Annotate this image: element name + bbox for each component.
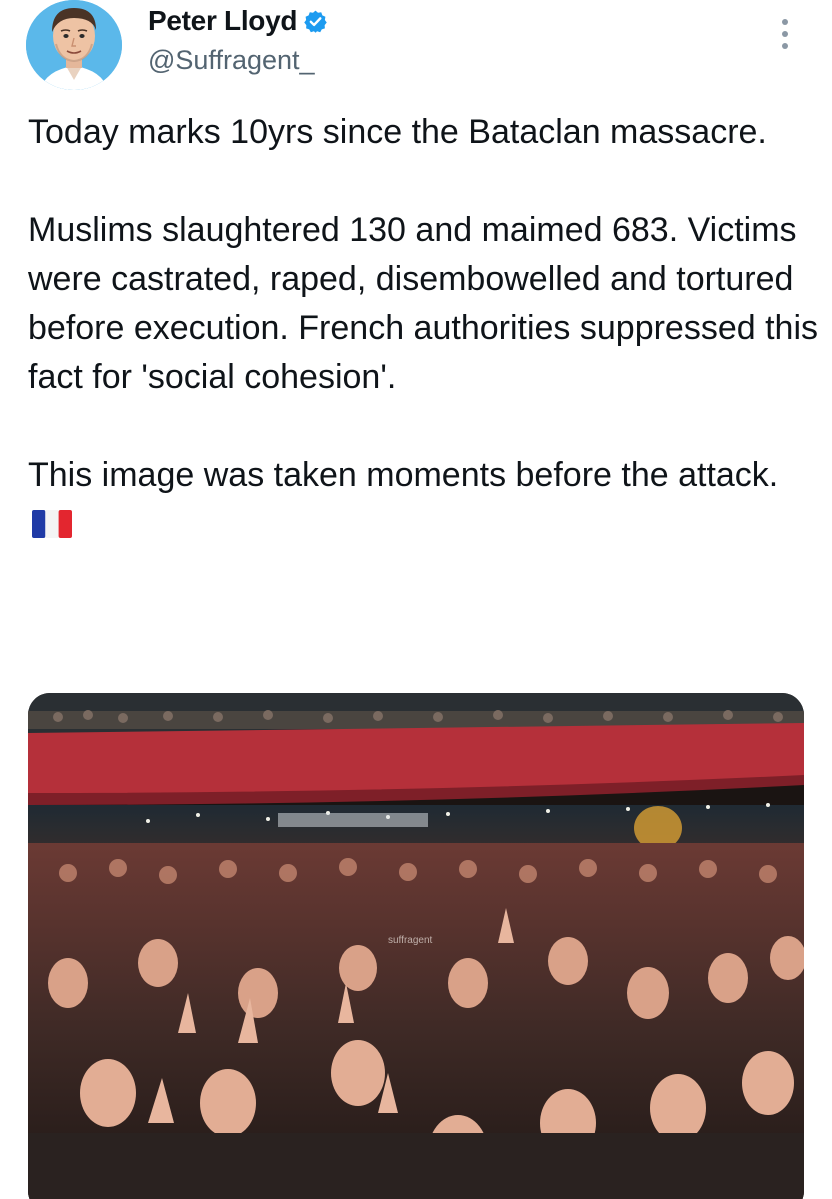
author-handle[interactable]: @Suffragent_ <box>148 42 315 78</box>
cartoon-avatar-icon <box>26 0 122 90</box>
french-flag-icon <box>32 510 72 538</box>
more-dot-icon <box>782 43 788 49</box>
author-name[interactable]: Peter Lloyd <box>148 2 297 40</box>
post-paragraph: This image was taken moments before the … <box>28 451 818 549</box>
author-name-row: Peter Lloyd <box>148 2 328 40</box>
post-paragraph: Muslims slaughtered 130 and maimed 683. … <box>28 211 819 396</box>
media-watermark: suffragent <box>388 935 433 946</box>
more-dot-icon <box>782 19 788 25</box>
post-paragraph-text: This image was taken moments before the … <box>28 456 779 494</box>
post-text: Today marks 10yrs since the Bataclan mas… <box>28 108 818 549</box>
concert-crowd-photo: suffragent <box>28 693 804 1199</box>
more-options-button[interactable] <box>770 14 800 54</box>
avatar[interactable] <box>26 0 122 90</box>
verified-badge-icon <box>304 10 327 33</box>
tweet: Peter Lloyd @Suffragent_ Today marks 10y… <box>0 0 832 1199</box>
post-image[interactable]: suffragent <box>28 693 804 1199</box>
more-dot-icon <box>782 31 788 37</box>
post-paragraph: Today marks 10yrs since the Bataclan mas… <box>28 113 767 151</box>
